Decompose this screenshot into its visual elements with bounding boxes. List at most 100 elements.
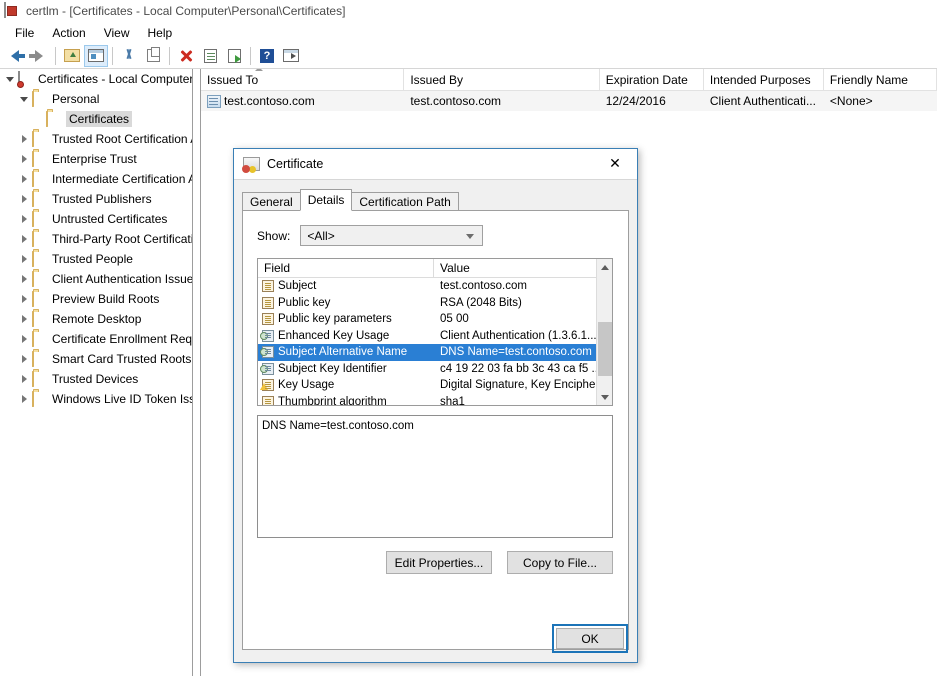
certificate-cell-issued-by: test.contoso.com xyxy=(404,91,599,111)
tree-node-intermediate-certification-au[interactable]: Intermediate Certification Au xyxy=(0,169,192,189)
field-list-row[interactable]: Enhanced Key UsageClient Authentication … xyxy=(258,328,612,345)
field-list-row[interactable]: Public key parameters05 00 xyxy=(258,311,612,328)
field-list-scrollbar[interactable] xyxy=(596,259,612,405)
help-button[interactable]: ? xyxy=(255,45,279,67)
chevron-right-icon[interactable] xyxy=(16,191,32,207)
certificate-field-list[interactable]: Field Value Subjecttest.contoso.comPubli… xyxy=(257,258,613,406)
tree-node-windows-live-id-token-issuer[interactable]: Windows Live ID Token Issuer xyxy=(0,389,192,409)
menu-help[interactable]: Help xyxy=(139,24,182,42)
scrollbar-thumb[interactable] xyxy=(598,322,612,376)
chevron-down-icon[interactable] xyxy=(16,91,32,107)
certificate-dialog: Certificate ✕ General Details Certificat… xyxy=(233,148,638,663)
listview-column-issued-by[interactable]: Issued By xyxy=(404,69,599,91)
field-value-cell: DNS Name=test.contoso.com xyxy=(434,346,612,358)
show-hide-console-tree-button[interactable] xyxy=(84,45,108,67)
field-list-row[interactable]: Public keyRSA (2048 Bits) xyxy=(258,295,612,312)
tree-node-trusted-devices[interactable]: Trusted Devices xyxy=(0,369,192,389)
tree-node-label: Certificates - Local Computer xyxy=(38,72,192,86)
tree-node-enterprise-trust[interactable]: Enterprise Trust xyxy=(0,149,192,169)
cut-button[interactable] xyxy=(117,45,141,67)
tree-node-personal[interactable]: Personal xyxy=(0,89,192,109)
ok-button[interactable]: OK xyxy=(556,628,624,649)
field-value-cell: Digital Signature, Key Encipher... xyxy=(434,379,612,391)
edit-properties-button[interactable]: Edit Properties... xyxy=(386,551,492,574)
tree-node-untrusted-certificates[interactable]: Untrusted Certificates xyxy=(0,209,192,229)
tree-node-third-party-root-certification[interactable]: Third-Party Root Certification xyxy=(0,229,192,249)
scroll-down-button[interactable] xyxy=(597,389,612,405)
field-list-row[interactable]: Subjecttest.contoso.com xyxy=(258,278,612,295)
toolbar-separator xyxy=(250,47,251,65)
folder-icon xyxy=(32,272,48,286)
chevron-right-icon[interactable] xyxy=(16,131,32,147)
chevron-right-icon[interactable] xyxy=(16,311,32,327)
field-name-cell: Thumbprint algorithm xyxy=(258,396,434,406)
menu-view[interactable]: View xyxy=(95,24,139,42)
delete-button[interactable] xyxy=(174,45,198,67)
copy-icon xyxy=(147,49,160,62)
column-header-value[interactable]: Value xyxy=(434,259,598,277)
chevron-right-icon[interactable] xyxy=(16,371,32,387)
menu-file[interactable]: File xyxy=(6,24,43,42)
tree-node-label: Trusted Root Certification Au xyxy=(52,132,192,146)
chevron-down-icon[interactable] xyxy=(2,71,18,87)
close-icon[interactable]: ✕ xyxy=(593,149,637,178)
tree-node-smart-card-trusted-roots[interactable]: Smart Card Trusted Roots xyxy=(0,349,192,369)
forward-button[interactable] xyxy=(27,45,51,67)
chevron-right-icon[interactable] xyxy=(16,291,32,307)
tree-node-certificates[interactable]: Certificates xyxy=(0,109,192,129)
copy-button[interactable] xyxy=(141,45,165,67)
chevron-right-icon[interactable] xyxy=(16,331,32,347)
chevron-right-icon[interactable] xyxy=(16,171,32,187)
field-list-row[interactable]: Subject Key Identifierc4 19 22 03 fa bb … xyxy=(258,361,612,378)
menu-action[interactable]: Action xyxy=(43,24,94,42)
tree-node-certificates-local-computer[interactable]: Certificates - Local Computer xyxy=(0,69,192,89)
new-window-button[interactable] xyxy=(279,45,303,67)
back-button[interactable] xyxy=(3,45,27,67)
chevron-right-icon[interactable] xyxy=(16,151,32,167)
tree-node-trusted-publishers[interactable]: Trusted Publishers xyxy=(0,189,192,209)
chevron-right-icon[interactable] xyxy=(16,231,32,247)
tree-node-label: Windows Live ID Token Issuer xyxy=(52,392,192,406)
chevron-right-icon[interactable] xyxy=(16,251,32,267)
folder-icon xyxy=(32,252,48,266)
tree-node-remote-desktop[interactable]: Remote Desktop xyxy=(0,309,192,329)
listview-column-issued-to[interactable]: Issued To xyxy=(201,69,404,91)
chevron-right-icon[interactable] xyxy=(16,351,32,367)
tab-general[interactable]: General xyxy=(242,192,301,211)
tree-node-trusted-root-certification-au[interactable]: Trusted Root Certification Au xyxy=(0,129,192,149)
tree-node-label: Certificates xyxy=(66,111,132,127)
listview-column-friendly-name[interactable]: Friendly Name xyxy=(824,69,937,91)
field-list-row[interactable]: Subject Alternative NameDNS Name=test.co… xyxy=(258,344,612,361)
certificate-cell-friendly-name: <None> xyxy=(824,91,937,111)
scroll-up-button[interactable] xyxy=(597,259,612,275)
tab-certification-path[interactable]: Certification Path xyxy=(351,192,458,211)
export-list-button[interactable] xyxy=(222,45,246,67)
tree-node-label: Personal xyxy=(52,92,99,106)
listview-column-expiration-date[interactable]: Expiration Date xyxy=(600,69,704,91)
pane-splitter[interactable] xyxy=(192,69,201,676)
tree-node-client-authentication-issuers[interactable]: Client Authentication Issuers xyxy=(0,269,192,289)
extension-icon xyxy=(262,346,274,358)
folder-up-icon xyxy=(64,49,80,62)
field-list-row[interactable]: Thumbprint algorithmsha1 xyxy=(258,394,612,407)
tree-node-label: Remote Desktop xyxy=(52,312,141,326)
help-question-icon: ? xyxy=(260,49,274,63)
up-one-level-button[interactable] xyxy=(60,45,84,67)
copy-to-file-button[interactable]: Copy to File... xyxy=(507,551,613,574)
details-tab-page: Show: <All> Field Value Subjecttest.cont… xyxy=(242,210,629,650)
chevron-right-icon[interactable] xyxy=(16,211,32,227)
field-list-row[interactable]: Key UsageDigital Signature, Key Encipher… xyxy=(258,377,612,394)
tree-node-certificate-enrollment-reque[interactable]: Certificate Enrollment Reque: xyxy=(0,329,192,349)
chevron-down-icon xyxy=(466,234,474,239)
listview-column-intended-purposes[interactable]: Intended Purposes xyxy=(704,69,824,91)
tree-node-preview-build-roots[interactable]: Preview Build Roots xyxy=(0,289,192,309)
tab-details[interactable]: Details xyxy=(300,189,353,211)
certificate-row[interactable]: test.contoso.comtest.contoso.com12/24/20… xyxy=(201,91,937,111)
toolbar-separator xyxy=(169,47,170,65)
show-dropdown[interactable]: <All> xyxy=(300,225,483,246)
column-header-field[interactable]: Field xyxy=(258,259,434,277)
chevron-right-icon[interactable] xyxy=(16,271,32,287)
chevron-right-icon[interactable] xyxy=(16,391,32,407)
properties-button[interactable] xyxy=(198,45,222,67)
tree-node-trusted-people[interactable]: Trusted People xyxy=(0,249,192,269)
